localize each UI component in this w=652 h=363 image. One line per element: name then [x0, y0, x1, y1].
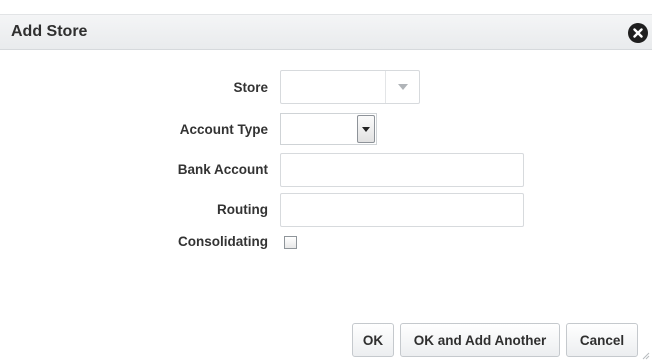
- ok-and-add-another-button[interactable]: OK and Add Another: [400, 323, 560, 357]
- account-type-label: Account Type: [179, 122, 268, 137]
- bank-account-label: Bank Account: [177, 162, 268, 177]
- cancel-button[interactable]: Cancel: [566, 323, 638, 357]
- account-type-dropdown-button[interactable]: [357, 115, 375, 143]
- dialog-title: Add Store: [11, 23, 88, 40]
- chevron-down-icon[interactable]: [398, 84, 408, 90]
- store-combobox-divider: [385, 71, 386, 103]
- routing-label: Routing: [217, 202, 268, 217]
- account-type-select[interactable]: [280, 113, 377, 145]
- close-icon[interactable]: [628, 23, 648, 43]
- dialog-titlebar: Add Store: [0, 14, 652, 50]
- resize-grip-icon[interactable]: [640, 350, 650, 360]
- routing-input[interactable]: [280, 193, 524, 227]
- add-store-dialog: Add Store Store Account Type Bank Accoun…: [0, 0, 652, 363]
- ok-button[interactable]: OK: [352, 323, 394, 357]
- bank-account-input[interactable]: [280, 153, 524, 187]
- consolidating-checkbox[interactable]: [284, 236, 297, 249]
- consolidating-label: Consolidating: [178, 234, 268, 249]
- store-combobox[interactable]: [280, 70, 420, 104]
- store-label: Store: [233, 80, 268, 95]
- dropdown-arrow-icon: [362, 127, 370, 132]
